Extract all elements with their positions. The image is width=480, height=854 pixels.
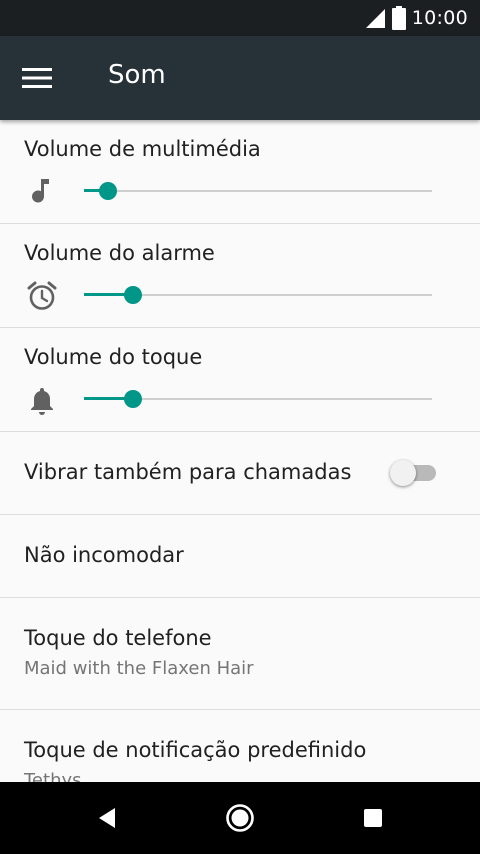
setting-title: Vibrar também para chamadas bbox=[24, 460, 352, 484]
menu-icon bbox=[22, 68, 52, 88]
setting-media-volume: Volume de multimédia bbox=[0, 120, 480, 224]
setting-alarm-volume: Volume do alarme bbox=[0, 224, 480, 328]
bell-icon bbox=[31, 388, 53, 415]
slider-thumb[interactable] bbox=[99, 182, 118, 200]
slider-track bbox=[84, 190, 432, 192]
navigation-bar bbox=[0, 782, 480, 854]
setting-vibrate[interactable]: Vibrar também para chamadas bbox=[0, 432, 480, 515]
setting-title: Toque de notificação predefinido bbox=[24, 738, 367, 762]
setting-notification-sound[interactable]: Toque de notificação predefinido Tethys bbox=[0, 710, 480, 782]
page-title: Som bbox=[108, 60, 166, 90]
ring-volume-slider[interactable] bbox=[84, 387, 432, 411]
status-icons: 10:00 bbox=[364, 6, 468, 30]
battery-icon bbox=[391, 6, 406, 30]
alarm-volume-slider[interactable] bbox=[84, 283, 432, 307]
setting-title: Volume de multimédia bbox=[24, 137, 261, 161]
setting-title: Volume do alarme bbox=[24, 241, 215, 265]
home-icon bbox=[226, 804, 254, 832]
signal-icon bbox=[365, 9, 385, 28]
slider-thumb[interactable] bbox=[123, 390, 142, 408]
app-bar: Som bbox=[0, 36, 480, 120]
setting-do-not-disturb[interactable]: Não incomodar bbox=[0, 515, 480, 598]
setting-subtitle: Maid with the Flaxen Hair bbox=[24, 658, 254, 679]
setting-title: Toque do telefone bbox=[24, 626, 212, 650]
toggle-thumb bbox=[390, 460, 416, 486]
vibrate-toggle[interactable] bbox=[390, 458, 442, 488]
recents-icon bbox=[364, 809, 382, 827]
back-button[interactable] bbox=[87, 798, 127, 838]
home-button[interactable] bbox=[220, 798, 260, 838]
menu-button[interactable] bbox=[22, 62, 62, 94]
back-icon bbox=[99, 808, 115, 828]
music-note-icon bbox=[32, 179, 49, 203]
setting-ring-volume: Volume do toque bbox=[0, 328, 480, 432]
alarm-clock-icon bbox=[27, 281, 57, 310]
recents-button[interactable] bbox=[353, 798, 393, 838]
settings-list[interactable]: Volume de multimédia Volume do alarme Vo… bbox=[0, 120, 480, 782]
setting-phone-ringtone[interactable]: Toque do telefone Maid with the Flaxen H… bbox=[0, 598, 480, 710]
setting-subtitle: Tethys bbox=[24, 770, 82, 782]
slider-thumb[interactable] bbox=[123, 286, 142, 304]
status-bar: 10:00 bbox=[0, 0, 480, 36]
status-time: 10:00 bbox=[411, 7, 468, 29]
setting-title: Volume do toque bbox=[24, 345, 203, 369]
media-volume-slider[interactable] bbox=[84, 179, 432, 203]
setting-title: Não incomodar bbox=[24, 543, 184, 567]
